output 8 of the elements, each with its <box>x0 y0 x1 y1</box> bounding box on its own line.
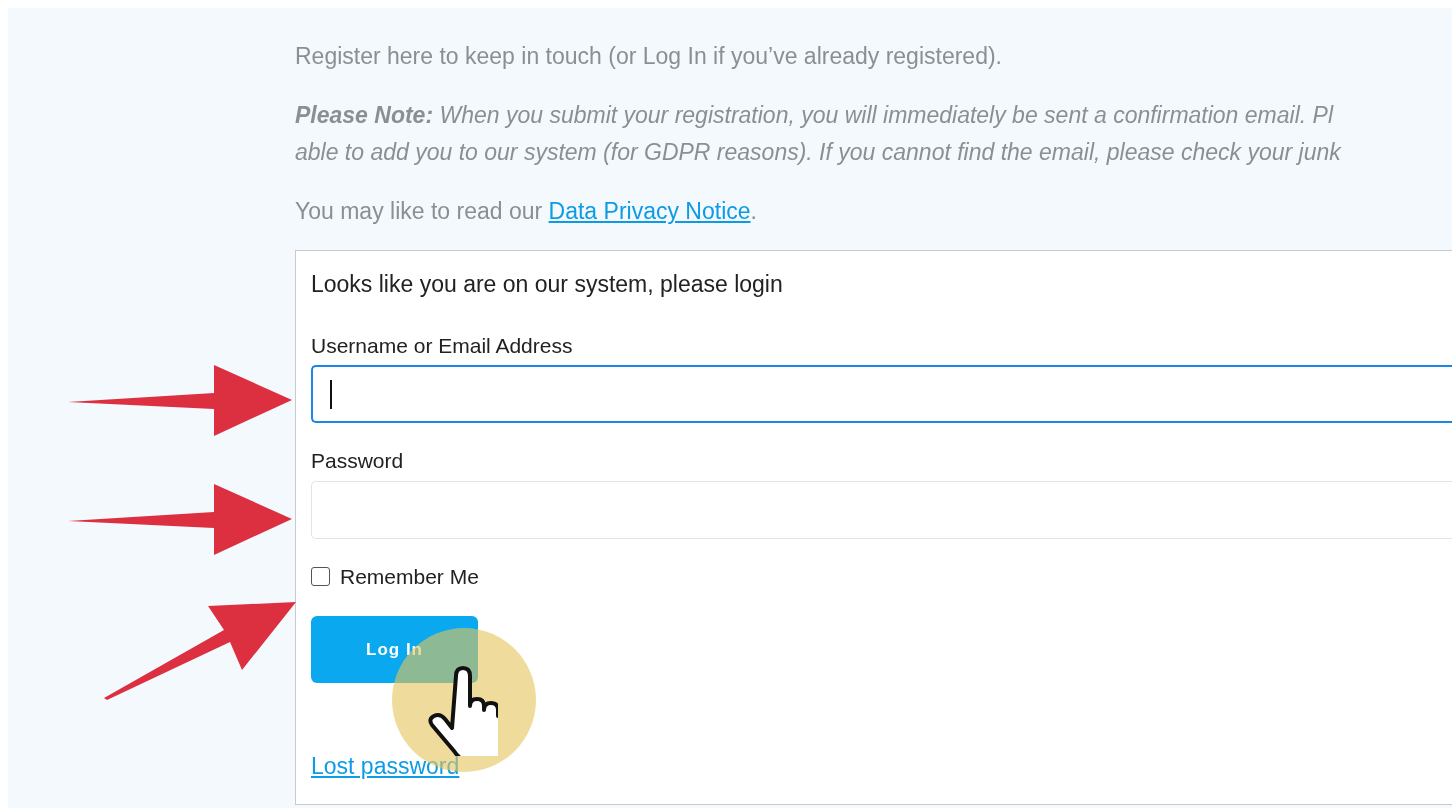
note-text: Please Note: When you submit your registration, you will immediately be sent a confirmation email. Pl able to add you to our system (for GDPR reasons). If you cannot find the email, please check your junk <box>295 101 1343 167</box>
field-label: Password <box>311 448 405 474</box>
checkbox-label: Remember Me <box>340 564 479 588</box>
privacy-text: You may like to read our Data Privacy Notice. <box>295 197 758 226</box>
privacy-link[interactable]: Data Privacy Notice <box>548 198 751 224</box>
intro-text: Register here to keep in touch (or Log In if you’ve already registered). <box>295 42 1003 71</box>
login-title: Looks like you are on our system, please login <box>311 270 784 299</box>
field-label: Username or Email Address <box>311 332 574 359</box>
